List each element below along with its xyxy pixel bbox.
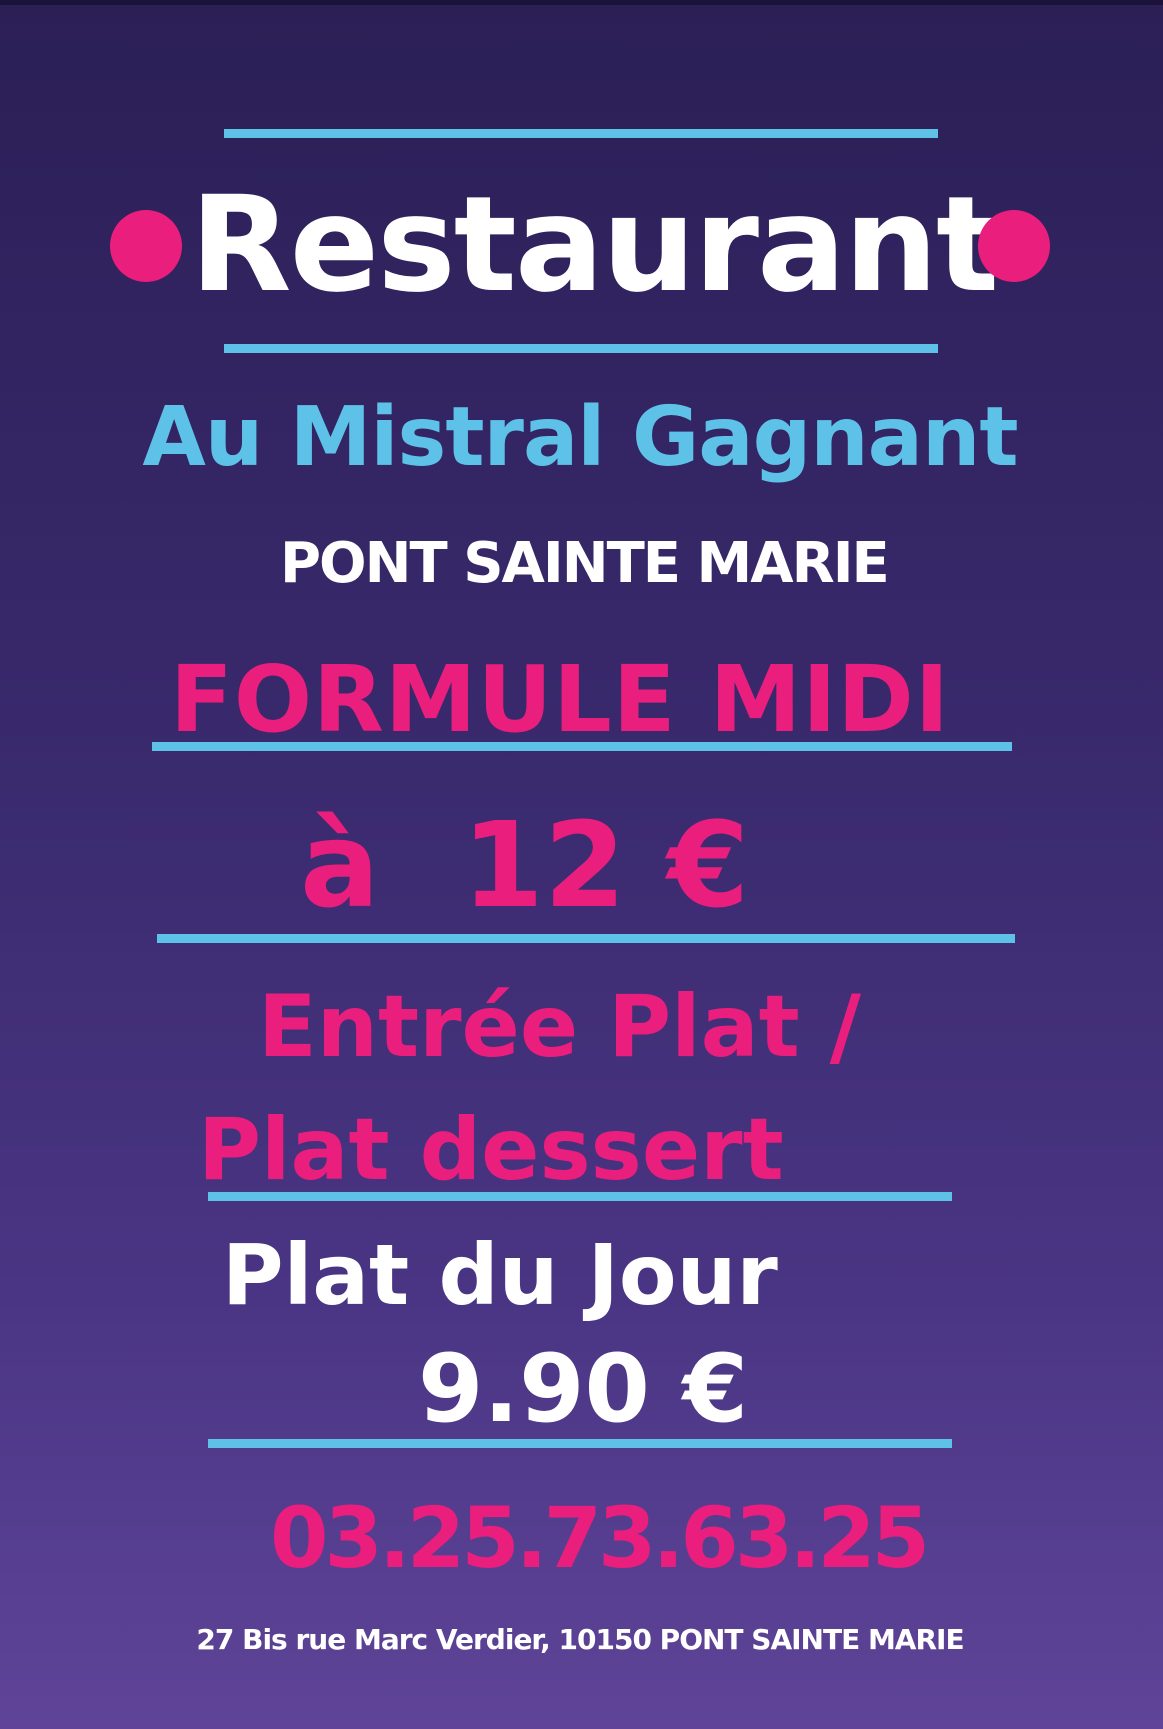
restaurant-title: Restaurant — [190, 168, 999, 322]
offer-title: FORMULE MIDI — [170, 646, 951, 753]
address: 27 Bis rue Marc Verdier, 10150 PONT SAIN… — [196, 1623, 964, 1656]
menu-rule — [208, 1192, 952, 1201]
title-bottom-rule — [224, 344, 938, 353]
offer-price-rule — [157, 934, 1015, 943]
offer-price: à 12 € — [300, 796, 750, 934]
top-border — [0, 0, 1163, 5]
phone-number: 03.25.73.63.25 — [270, 1489, 930, 1587]
daily-dish-label: Plat du Jour — [222, 1226, 778, 1324]
right-dot-ornament — [978, 210, 1050, 282]
restaurant-flyer: Restaurant Au Mistral Gagnant PONT SAINT… — [0, 0, 1163, 1729]
town-name: PONT SAINTE MARIE — [280, 531, 890, 596]
menu-line-1: Entrée Plat / — [258, 977, 862, 1077]
daily-dish-price: 9.90 € — [418, 1335, 749, 1444]
offer-title-rule — [152, 742, 1012, 751]
restaurant-name: Au Mistral Gagnant — [142, 390, 1018, 485]
menu-line-2: Plat dessert — [198, 1100, 784, 1200]
title-top-rule — [224, 129, 938, 138]
daily-dish-rule — [208, 1439, 952, 1448]
left-dot-ornament — [110, 210, 182, 282]
